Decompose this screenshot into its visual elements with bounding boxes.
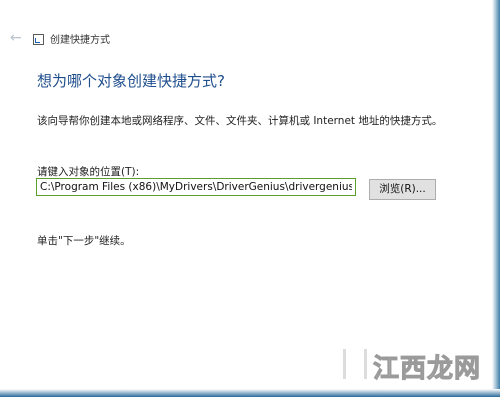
- title-bar: ← 创建快捷方式: [0, 0, 500, 64]
- location-input[interactable]: [36, 178, 356, 196]
- next-step-hint: 单击"下一步"继续。: [37, 235, 131, 247]
- location-label: 请键入对象的位置(T):: [37, 166, 140, 178]
- window-title: 创建快捷方式: [50, 35, 110, 46]
- watermark-text: 江西龙网: [372, 354, 482, 385]
- back-arrow-icon[interactable]: ←: [10, 31, 28, 45]
- desktop-background-bottom: [0, 389, 500, 397]
- shortcut-icon: [33, 34, 44, 45]
- watermark-logo-icon: [343, 349, 367, 379]
- watermark: 江西龙网: [343, 345, 493, 385]
- wizard-description: 该向导帮你创建本地或网络程序、文件、文件夹、计算机或 Internet 地址的快…: [37, 115, 443, 127]
- desktop-background-right: [492, 0, 500, 397]
- browse-button[interactable]: 浏览(R)...: [369, 179, 436, 200]
- page-heading: 想为哪个对象创建快捷方式?: [37, 72, 225, 90]
